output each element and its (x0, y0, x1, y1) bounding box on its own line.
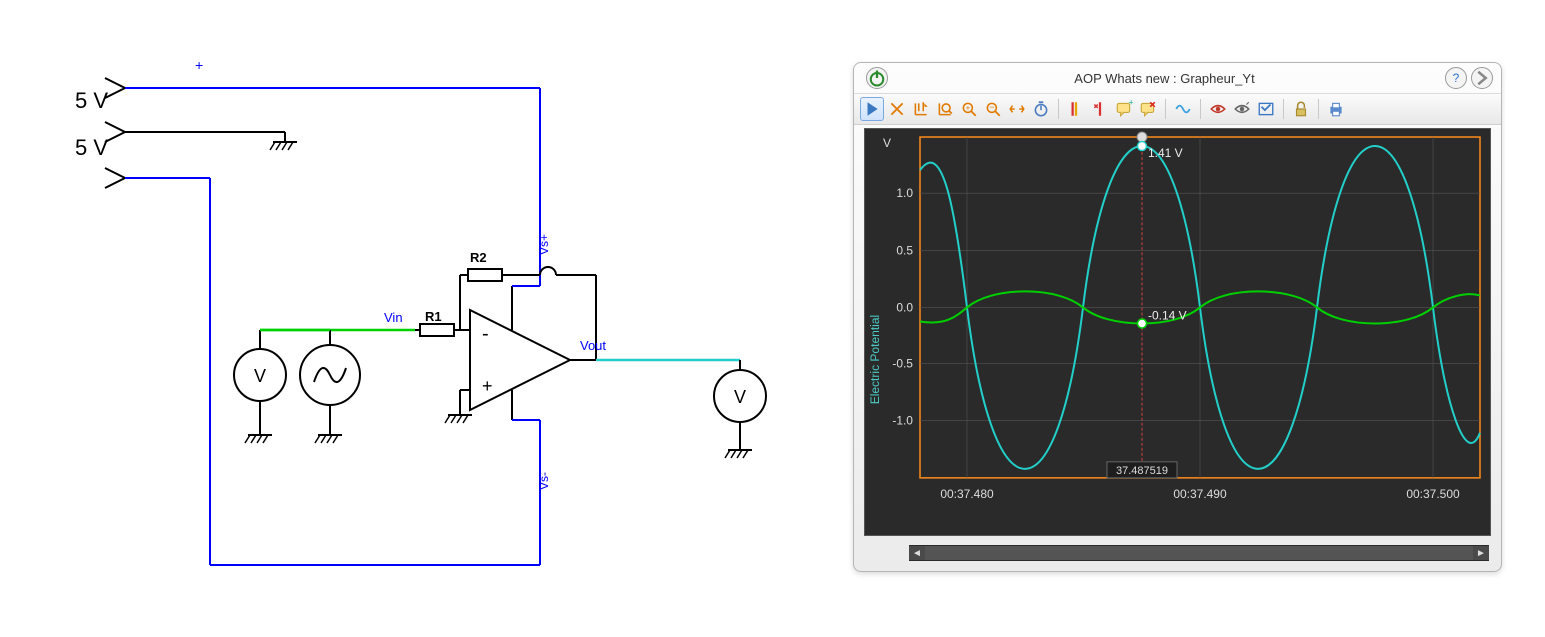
svg-text:V: V (254, 366, 266, 386)
no-sync-icon[interactable] (886, 98, 908, 120)
svg-text:+: + (1129, 100, 1134, 108)
toolbar-separator (1200, 99, 1201, 119)
svg-text:R1: R1 (425, 309, 442, 324)
svg-text:V: V (734, 387, 746, 407)
vin-label: Vin (384, 310, 403, 325)
zoom-in-icon[interactable]: + (958, 98, 980, 120)
cursor-point-vin (1138, 319, 1147, 328)
ground-supply-icon (270, 132, 297, 150)
view-mode-icon[interactable] (1231, 98, 1253, 120)
opamp-minus-label: - (482, 323, 489, 345)
supply-5v-bottom-label: 5 V (75, 135, 108, 160)
autoscale-x-icon[interactable] (934, 98, 956, 120)
marker-clear-icon[interactable] (1089, 98, 1111, 120)
cursor-point-vout (1138, 142, 1147, 151)
svg-text:+: + (966, 104, 971, 113)
zoom-out-icon[interactable]: − (982, 98, 1004, 120)
svg-text:−: − (989, 102, 994, 112)
autoscale-y-icon[interactable] (910, 98, 932, 120)
voltmeter-vin[interactable]: V (234, 330, 286, 435)
stretch-icon[interactable] (1006, 98, 1028, 120)
wave-mode-icon[interactable] (1172, 98, 1194, 120)
ytick: -0.5 (892, 357, 913, 371)
grapher-toolbar: + − + (854, 93, 1501, 125)
grapher-titlebar[interactable]: AOP Whats new : Grapheur_Yt ? (854, 63, 1501, 93)
marker-start-icon[interactable] (1065, 98, 1087, 120)
xtick: 00:37.480 (940, 487, 994, 501)
ground-vmeter-vout-icon (725, 450, 752, 458)
ytick: 1.0 (896, 186, 913, 200)
ground-opamp-plus-icon (445, 415, 472, 423)
vs-plus-label: Vs+ (537, 234, 551, 255)
print-icon[interactable] (1325, 98, 1347, 120)
toolbar-separator (1318, 99, 1319, 119)
ytick: 0.0 (896, 300, 913, 314)
comment-add-icon[interactable]: + (1113, 98, 1135, 120)
y-axis-label: Electric Potential (868, 315, 882, 404)
port-vsminus (105, 168, 125, 188)
vs-minus-label: Vs- (537, 472, 551, 490)
ground-sine-icon (315, 435, 342, 443)
scroll-track[interactable] (925, 546, 1473, 560)
resistor-r1[interactable]: R1 (415, 309, 460, 336)
supply-5v-top-label: 5 V (75, 88, 108, 113)
circuit-schematic: 5 V 5 V + Vin V (0, 0, 830, 632)
voltmeter-vout[interactable]: V (714, 360, 766, 450)
toolbar-separator (1058, 99, 1059, 119)
grapher-window: AOP Whats new : Grapheur_Yt ? + − + (853, 62, 1502, 572)
ytick: 0.5 (896, 243, 913, 257)
trace-visibility-icon[interactable] (1207, 98, 1229, 120)
scroll-left-icon[interactable]: ◄ (909, 546, 925, 560)
scroll-right-icon[interactable]: ► (1473, 546, 1489, 560)
ground-vmeter-vin-icon (245, 435, 272, 443)
legend-toggle-icon[interactable] (1255, 98, 1277, 120)
plus-label: + (195, 57, 203, 73)
xtick: 00:37.500 (1406, 487, 1460, 501)
cursor-handle-top[interactable] (1137, 132, 1147, 142)
time-scrollbar[interactable]: ◄ ► (909, 545, 1489, 561)
comment-remove-icon[interactable] (1137, 98, 1159, 120)
expand-icon[interactable] (1471, 67, 1493, 89)
play-icon[interactable] (860, 97, 884, 121)
vout-label: Vout (580, 338, 606, 353)
lock-icon[interactable] (1290, 98, 1312, 120)
help-icon[interactable]: ? (1445, 67, 1467, 89)
svg-text:R2: R2 (470, 250, 487, 265)
chart-plot-area[interactable]: V Electric Potential 1.0 0.5 0.0 -0.5 -1… (864, 128, 1491, 536)
cursor-x-value: 37.487519 (1116, 465, 1168, 477)
power-icon[interactable] (866, 67, 888, 89)
opamp-plus-label: + (482, 376, 493, 396)
cursor-vin-value: -0.14 V (1148, 308, 1187, 322)
grapher-title: AOP Whats new : Grapheur_Yt (888, 71, 1441, 86)
timer-icon[interactable] (1030, 98, 1052, 120)
y-unit-label: V (883, 136, 891, 150)
ytick: -1.0 (892, 414, 913, 428)
toolbar-separator (1283, 99, 1284, 119)
opamp[interactable]: - + (460, 280, 596, 420)
cursor-vout-value: 1.41 V (1148, 146, 1183, 160)
xtick: 00:37.490 (1173, 487, 1227, 501)
toolbar-separator (1165, 99, 1166, 119)
